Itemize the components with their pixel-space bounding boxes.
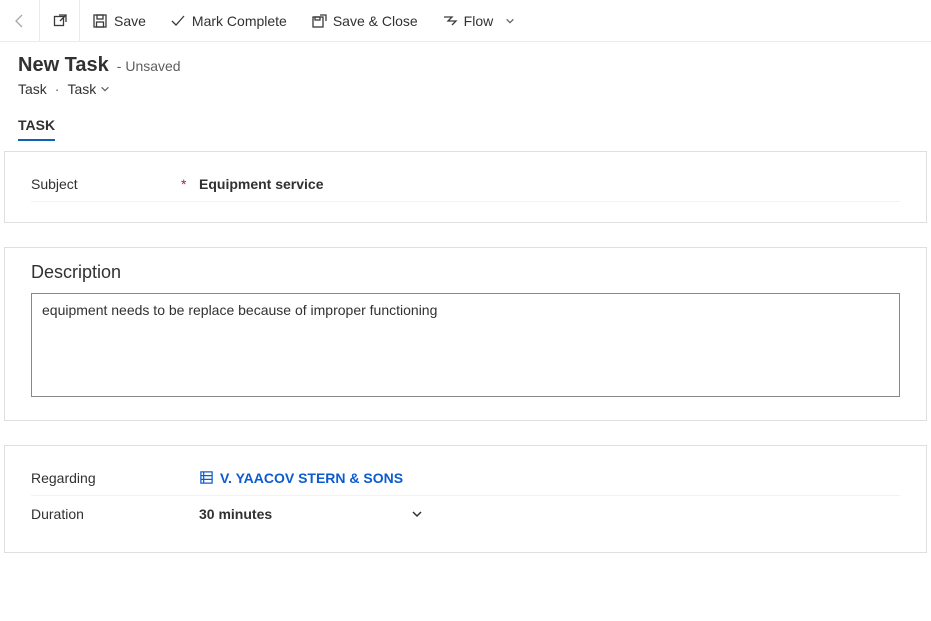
subject-input[interactable]: Equipment service bbox=[199, 176, 900, 192]
page-header: New Task - Unsaved Task · Task bbox=[0, 42, 931, 101]
flow-icon bbox=[442, 13, 458, 29]
save-label: Save bbox=[114, 13, 146, 29]
tab-task[interactable]: TASK bbox=[18, 117, 55, 141]
save-status: - Unsaved bbox=[117, 58, 181, 74]
description-title: Description bbox=[31, 262, 900, 283]
subject-section: Subject * Equipment service bbox=[4, 151, 927, 223]
flow-label: Flow bbox=[464, 13, 494, 29]
command-bar: Save Mark Complete Save & Close Flow bbox=[0, 0, 931, 42]
chevron-down-icon bbox=[411, 508, 423, 520]
save-button[interactable]: Save bbox=[80, 0, 158, 42]
check-icon bbox=[170, 13, 186, 29]
chevron-down-icon bbox=[100, 84, 110, 94]
description-section: Description bbox=[4, 247, 927, 421]
arrow-left-icon bbox=[12, 13, 28, 29]
details-section: Regarding V. YAACOV STERN & SONS Duratio… bbox=[4, 445, 927, 553]
save-close-button[interactable]: Save & Close bbox=[299, 0, 430, 42]
tab-bar: TASK bbox=[18, 117, 913, 141]
breadcrumb-entity: Task bbox=[18, 81, 47, 97]
required-indicator: * bbox=[181, 176, 191, 192]
mark-complete-button[interactable]: Mark Complete bbox=[158, 0, 299, 42]
popout-icon bbox=[52, 13, 68, 29]
chevron-down-icon bbox=[505, 16, 515, 26]
mark-complete-label: Mark Complete bbox=[192, 13, 287, 29]
page-title: New Task bbox=[18, 54, 109, 77]
save-close-icon bbox=[311, 13, 327, 29]
regarding-label: Regarding bbox=[31, 470, 181, 486]
duration-value: 30 minutes bbox=[199, 506, 399, 522]
regarding-lookup[interactable]: V. YAACOV STERN & SONS bbox=[199, 470, 403, 486]
save-close-label: Save & Close bbox=[333, 13, 418, 29]
description-input[interactable] bbox=[31, 293, 900, 397]
breadcrumb: Task · Task bbox=[18, 81, 913, 97]
account-icon bbox=[199, 470, 214, 485]
breadcrumb-separator: · bbox=[55, 81, 60, 97]
subject-label: Subject bbox=[31, 176, 181, 192]
breadcrumb-form-switcher[interactable]: Task bbox=[67, 81, 110, 97]
duration-select[interactable]: 30 minutes bbox=[199, 506, 423, 522]
save-icon bbox=[92, 13, 108, 29]
back-button[interactable] bbox=[0, 0, 40, 42]
regarding-value: V. YAACOV STERN & SONS bbox=[220, 470, 403, 486]
breadcrumb-form: Task bbox=[67, 81, 96, 97]
popout-button[interactable] bbox=[40, 0, 80, 42]
flow-button[interactable]: Flow bbox=[430, 0, 528, 42]
duration-label: Duration bbox=[31, 506, 181, 522]
